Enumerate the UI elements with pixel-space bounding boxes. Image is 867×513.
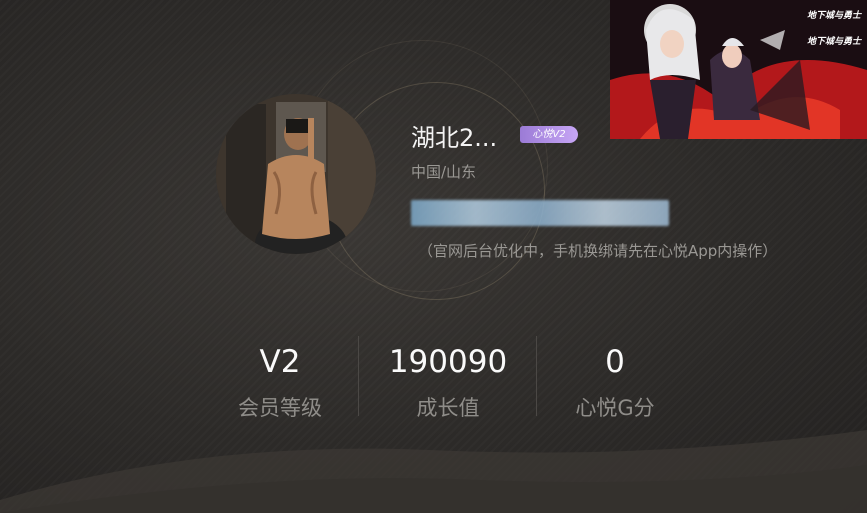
stat-label: 会员等级 bbox=[238, 396, 322, 420]
stat-label: 成长值 bbox=[416, 396, 480, 420]
stat-growth-value: 190090 成长值 bbox=[358, 336, 538, 422]
avatar-photo bbox=[216, 94, 376, 254]
stat-value: 0 bbox=[605, 344, 625, 380]
stat-g-points: 0 心悦G分 bbox=[525, 336, 705, 422]
region-text: 中国/山东 bbox=[411, 163, 477, 181]
stat-value: 190090 bbox=[388, 344, 508, 380]
avatar[interactable] bbox=[216, 94, 376, 254]
game-promo-banner[interactable]: 地下城与勇士 地下城与勇士 bbox=[610, 0, 867, 139]
game-logo-bottom: 地下城与勇士 bbox=[806, 37, 861, 47]
game-logo-top: 地下城与勇士 bbox=[806, 11, 861, 21]
stat-label: 心悦G分 bbox=[575, 396, 655, 420]
stat-value: V2 bbox=[259, 344, 301, 380]
decorative-wave bbox=[0, 430, 867, 513]
phone-rebind-hint: （官网后台优化中，手机换绑请先在心悦App内操作） bbox=[418, 242, 778, 260]
stat-member-level: V2 会员等级 bbox=[190, 336, 370, 422]
nickname: 湖北2... bbox=[411, 124, 498, 152]
masked-phone bbox=[411, 200, 669, 226]
vip-level-badge: 心悦V2 bbox=[520, 126, 578, 143]
stats-bar: V2 会员等级 190090 成长值 0 心悦G分 bbox=[190, 336, 710, 436]
